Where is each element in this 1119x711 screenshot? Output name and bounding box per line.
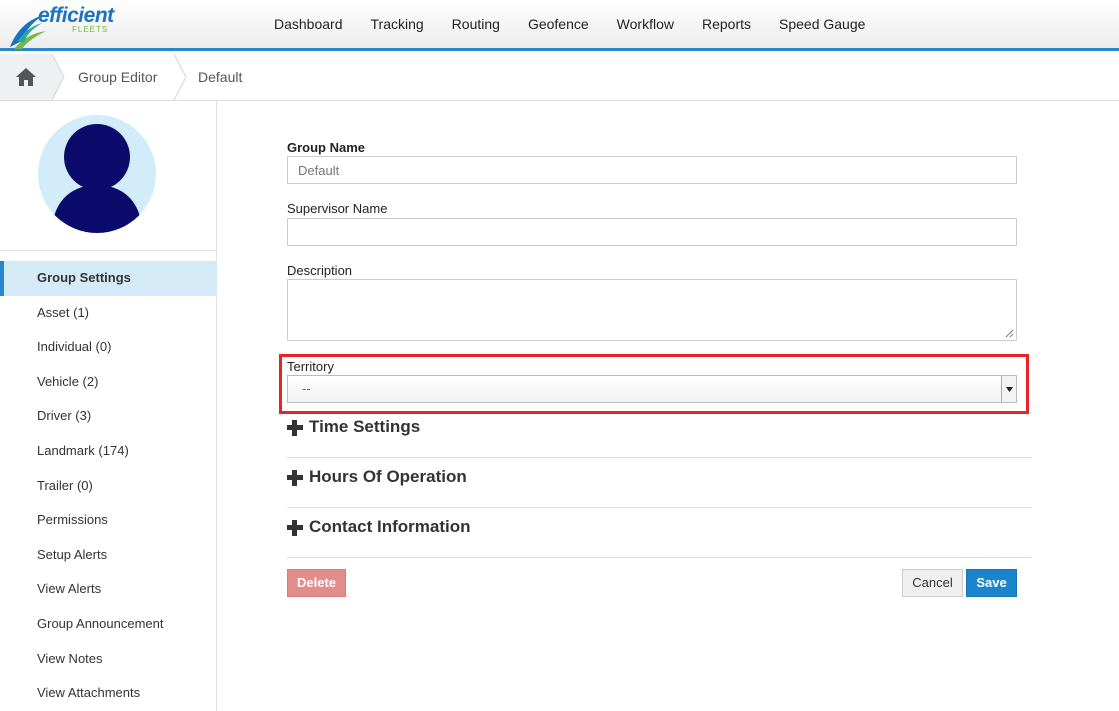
group-name-label: Group Name (287, 140, 366, 155)
sidebar: Group Settings Asset (1) Individual (0) … (0, 101, 217, 711)
sidebar-item-landmark[interactable]: Landmark (174) (0, 434, 217, 469)
breadcrumb-current: Default (198, 69, 243, 85)
nav-speed-gauge[interactable]: Speed Gauge (765, 16, 879, 32)
section-time-settings[interactable]: Time Settings (287, 408, 1032, 458)
cancel-button[interactable]: Cancel (902, 569, 963, 597)
section-contact-information[interactable]: Contact Information (287, 508, 1032, 558)
sidebar-item-driver[interactable]: Driver (3) (0, 399, 217, 434)
section-title: Contact Information (309, 517, 471, 536)
description-textarea[interactable] (287, 279, 1017, 341)
breadcrumb-separator-icon (52, 54, 65, 100)
supervisor-name-input[interactable] (287, 218, 1017, 246)
territory-selected-value: -- (302, 381, 311, 396)
sidebar-item-trailer[interactable]: Trailer (0) (0, 469, 217, 504)
section-title: Time Settings (309, 417, 421, 436)
territory-select[interactable]: -- (287, 375, 1017, 403)
plus-icon (287, 520, 303, 536)
dropdown-arrow[interactable] (1001, 376, 1016, 402)
plus-icon (287, 470, 303, 486)
nav-reports[interactable]: Reports (688, 16, 765, 32)
sidebar-item-group-settings[interactable]: Group Settings (0, 261, 217, 296)
home-button[interactable] (0, 54, 52, 100)
sidebar-item-setup-alerts[interactable]: Setup Alerts (0, 538, 217, 573)
nav-routing[interactable]: Routing (438, 16, 514, 32)
sidebar-menu: Group Settings Asset (1) Individual (0) … (0, 261, 217, 711)
sidebar-item-vehicle[interactable]: Vehicle (2) (0, 365, 217, 400)
sidebar-item-asset[interactable]: Asset (1) (0, 296, 217, 331)
section-title: Hours Of Operation (309, 467, 467, 486)
nav-geofence[interactable]: Geofence (514, 16, 603, 32)
caret-down-icon (1005, 386, 1013, 392)
nav-workflow[interactable]: Workflow (603, 16, 688, 32)
resize-grip-icon[interactable] (1004, 328, 1014, 338)
breadcrumb: Group Editor Default (0, 54, 1119, 101)
nav-dashboard[interactable]: Dashboard (260, 16, 357, 32)
sidebar-item-individual[interactable]: Individual (0) (0, 330, 217, 365)
plus-icon (287, 420, 303, 436)
group-name-input[interactable] (287, 156, 1017, 184)
territory-label: Territory (287, 359, 334, 374)
sidebar-item-view-notes[interactable]: View Notes (0, 642, 217, 677)
sidebar-item-view-attachments[interactable]: View Attachments (0, 676, 217, 711)
logo-subtitle: FLEETS (72, 25, 109, 34)
sidebar-item-group-announcement[interactable]: Group Announcement (0, 607, 217, 642)
divider (0, 250, 216, 251)
user-silhouette-icon (52, 124, 142, 233)
home-icon (16, 68, 36, 86)
delete-button[interactable]: Delete (287, 569, 346, 597)
breadcrumb-separator-icon (174, 54, 187, 100)
avatar (38, 115, 156, 233)
top-navigation-bar: efficient FLEETS Dashboard Tracking Rout… (0, 0, 1119, 51)
sidebar-item-permissions[interactable]: Permissions (0, 503, 217, 538)
section-hours-of-operation[interactable]: Hours Of Operation (287, 458, 1032, 508)
breadcrumb-group-editor[interactable]: Group Editor (78, 69, 157, 85)
efficient-fleets-logo[interactable]: efficient FLEETS (8, 3, 118, 49)
sidebar-item-view-alerts[interactable]: View Alerts (0, 572, 217, 607)
supervisor-name-label: Supervisor Name (287, 201, 388, 216)
main-nav: Dashboard Tracking Routing Geofence Work… (260, 0, 879, 48)
nav-tracking[interactable]: Tracking (357, 16, 438, 32)
description-label: Description (287, 263, 353, 278)
save-button[interactable]: Save (966, 569, 1017, 597)
